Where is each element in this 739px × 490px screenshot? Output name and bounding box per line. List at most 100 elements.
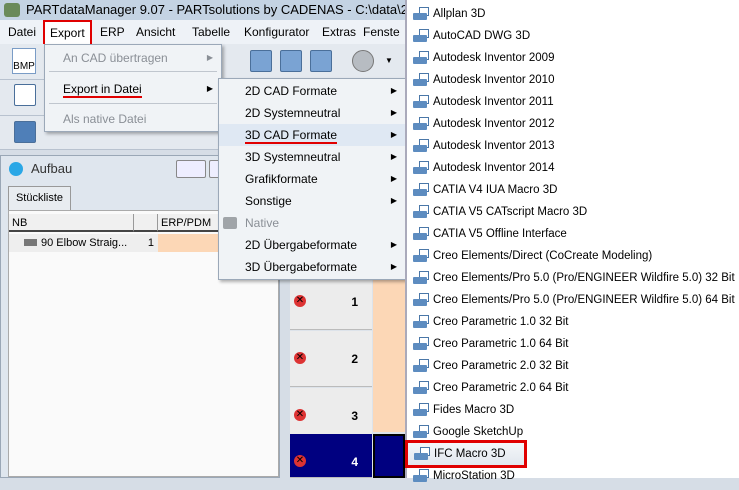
menu-erp[interactable]: ERP [100, 21, 125, 43]
row-number: 1 [351, 295, 358, 309]
format-item[interactable]: CATIA V5 CATscript Macro 3D [407, 201, 739, 223]
dropdown-arrow-icon[interactable]: ▼ [385, 56, 393, 65]
menu-item-export-in-datei[interactable]: Export in Datei ▶ [45, 78, 221, 100]
export-menu: An CAD übertragen ▶ Export in Datei ▶ Als … [44, 44, 222, 132]
separator [49, 71, 217, 72]
label: Allplan 3D [433, 8, 486, 20]
menu-tabelle[interactable]: Tabelle [192, 21, 230, 43]
bmp-label: BMP [13, 61, 35, 72]
export-format-icon [413, 469, 429, 483]
erp-cells [373, 274, 405, 432]
format-item[interactable]: MicroStation 3D [407, 465, 739, 487]
error-icon: ✕ [294, 352, 306, 364]
grid-row-2[interactable]: ✕ 2 [290, 331, 372, 387]
menu-item-an-cad[interactable]: An CAD übertragen ▶ [45, 47, 221, 69]
minimize-button[interactable] [176, 160, 206, 178]
label: Als native Datei [63, 112, 147, 126]
submenu-item-3d-cad[interactable]: 3D CAD Formate ▶ [219, 124, 405, 146]
format-item[interactable]: Creo Parametric 2.0 64 Bit [407, 377, 739, 399]
col-qty[interactable] [134, 214, 158, 232]
label: An CAD übertragen [63, 51, 168, 65]
menu-item-als-native[interactable]: Als native Datei [45, 108, 221, 130]
format-item[interactable]: Autodesk Inventor 2009 [407, 47, 739, 69]
export-format-icon [413, 51, 429, 65]
submenu-item-3d-systemneutral[interactable]: 3D Systemneutral ▶ [219, 146, 405, 168]
bmp-button[interactable]: BMP [12, 48, 36, 74]
part-icon[interactable] [352, 50, 374, 72]
app-icon [4, 3, 20, 17]
label: 3D Systemneutral [245, 150, 341, 164]
label: Autodesk Inventor 2012 [433, 118, 555, 130]
format-item[interactable]: Autodesk Inventor 2010 [407, 69, 739, 91]
menu-ansicht[interactable]: Ansicht [136, 21, 175, 43]
menu-export[interactable]: Export [43, 20, 92, 46]
format-item[interactable]: Autodesk Inventor 2012 [407, 113, 739, 135]
export-format-icon [413, 337, 429, 351]
menu-konfigurator[interactable]: Konfigurator [244, 21, 309, 43]
label: Autodesk Inventor 2011 [433, 96, 554, 108]
tab-stueckliste[interactable]: Stückliste [8, 186, 71, 210]
label: 2D Systemneutral [245, 106, 341, 120]
part-grid: ✕ 1 ✕ 2 ✕ 3 ✕ 4 [290, 274, 405, 478]
export-format-icon [414, 447, 430, 461]
submenu-item-2d-uebergabe[interactable]: 2D Übergabeformate ▶ [219, 234, 405, 256]
grid-row-1[interactable]: ✕ 1 [290, 274, 372, 330]
label: 2D CAD Formate [245, 84, 338, 98]
native-icon [223, 217, 237, 229]
table-part-icon[interactable] [310, 50, 332, 72]
users-db-icon[interactable] [14, 121, 36, 143]
format-item[interactable]: Creo Parametric 1.0 64 Bit [407, 333, 739, 355]
structure-icon[interactable] [14, 84, 36, 106]
format-item[interactable]: Fides Macro 3D [407, 399, 739, 421]
submenu-arrow-icon: ▶ [390, 174, 397, 183]
format-item[interactable]: Creo Elements/Pro 5.0 (Pro/ENGINEER Wild… [407, 289, 739, 311]
menu-extras[interactable]: Extras [322, 21, 356, 43]
submenu-item-native[interactable]: Native [219, 212, 405, 234]
format-item[interactable]: Autodesk Inventor 2013 [407, 135, 739, 157]
format-item[interactable]: Creo Parametric 2.0 32 Bit [407, 355, 739, 377]
format-item[interactable]: Autodesk Inventor 2014 [407, 157, 739, 179]
format-item[interactable]: IFC Macro 3D [405, 440, 527, 468]
format-item[interactable]: Creo Elements/Direct (CoCreate Modeling) [407, 245, 739, 267]
submenu-item-sonstige[interactable]: Sonstige ▶ [219, 190, 405, 212]
label: Autodesk Inventor 2013 [433, 140, 555, 152]
elbow-part-icon [24, 239, 37, 246]
table-view-icon[interactable] [280, 50, 302, 72]
submenu-arrow-icon: ▶ [390, 196, 397, 205]
menu-datei[interactable]: Datei [8, 21, 36, 43]
submenu-item-grafikformate[interactable]: Grafikformate ▶ [219, 168, 405, 190]
export-format-icon [413, 403, 429, 417]
submenu-item-2d-systemneutral[interactable]: 2D Systemneutral ▶ [219, 102, 405, 124]
col-nb[interactable]: NB [9, 214, 134, 232]
submenu-item-2d-cad[interactable]: 2D CAD Formate ▶ [219, 80, 405, 102]
format-item[interactable]: Creo Parametric 1.0 32 Bit [407, 311, 739, 333]
submenu-arrow-icon: ▶ [390, 130, 397, 139]
label: Native [245, 216, 280, 230]
grid-row-4[interactable]: ✕ 4 [290, 434, 372, 478]
table-icon[interactable] [250, 50, 272, 72]
menu-fenster[interactable]: Fenste [363, 21, 400, 43]
format-item[interactable]: CATIA V5 Offline Interface [407, 223, 739, 245]
format-item[interactable]: Creo Elements/Pro 5.0 (Pro/ENGINEER Wild… [407, 267, 739, 289]
label: Creo Elements/Pro 5.0 (Pro/ENGINEER Wild… [433, 294, 735, 306]
format-item[interactable]: Autodesk Inventor 2011 [407, 91, 739, 113]
submenu-item-3d-uebergabe[interactable]: 3D Übergabeformate ▶ [219, 256, 405, 278]
separator [49, 103, 217, 104]
row-name: 90 Elbow Straig... [41, 237, 128, 249]
panel-icon [9, 162, 23, 176]
label: Autodesk Inventor 2014 [433, 162, 555, 174]
label: Creo Elements/Direct (CoCreate Modeling) [433, 250, 653, 262]
export-format-icon [413, 73, 429, 87]
export-format-icon [413, 29, 429, 43]
format-item[interactable]: AutoCAD DWG 3D [407, 25, 739, 47]
label: 3D CAD Formate [245, 128, 338, 144]
format-item[interactable]: Google SketchUp [407, 421, 739, 443]
format-item[interactable]: CATIA V4 IUA Macro 3D [407, 179, 739, 201]
label: AutoCAD DWG 3D [433, 30, 531, 42]
submenu-arrow-icon: ▶ [390, 108, 397, 117]
label: IFC Macro 3D [434, 448, 506, 460]
row-qty: 1 [134, 234, 158, 252]
label: CATIA V5 CATscript Macro 3D [433, 206, 588, 218]
row-number: 4 [351, 455, 358, 469]
format-item[interactable]: Allplan 3D [407, 3, 739, 25]
